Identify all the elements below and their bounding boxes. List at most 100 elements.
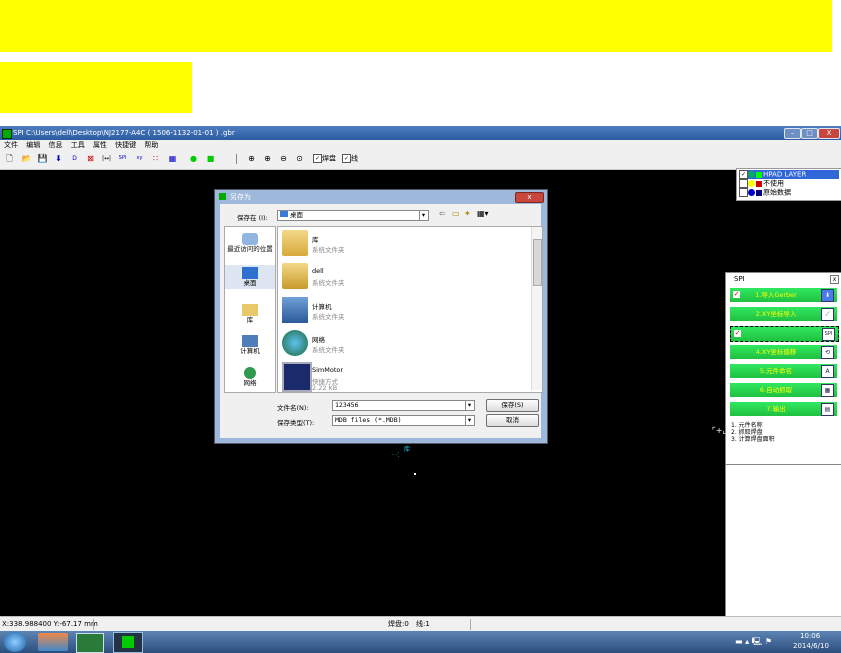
cancel-button[interactable]: 取消 [486, 414, 539, 427]
filetype-select[interactable]: MDB files (*.MDB) ▾ [332, 415, 475, 426]
zoom-window-icon[interactable]: ⊙ [294, 153, 305, 164]
file-desc: 系统文件夹 [312, 346, 345, 354]
grid-icon[interactable]: ▦ [167, 153, 178, 164]
line-toggle[interactable]: ✓ 线 [342, 154, 358, 164]
menu-info[interactable]: 信息 [48, 141, 62, 149]
spi-step-auto-grab[interactable]: 6.自动抓取 ▦ [730, 383, 837, 397]
menu-help[interactable]: 帮助 [144, 141, 158, 149]
computer-icon [282, 297, 308, 323]
green-square-icon[interactable]: ■ [205, 153, 216, 164]
line-toggle-label: 线 [351, 154, 358, 163]
menu-file[interactable]: 文件 [4, 141, 18, 149]
place-desktop[interactable]: 桌面 [225, 265, 275, 289]
dialog-close-button[interactable]: x [515, 192, 544, 203]
new-file-icon[interactable]: 🗋 [4, 153, 15, 164]
filename-label: 文件名(N): [277, 404, 309, 412]
zoom-in-icon[interactable]: ⊕ [262, 153, 273, 164]
coordinate-readout: X:338.988400 Y:-67.17 mm [2, 620, 98, 628]
place-library[interactable]: 库 [225, 304, 275, 324]
chevron-down-icon[interactable]: ▾ [465, 416, 473, 425]
minimize-button[interactable]: – [784, 128, 801, 139]
name-icon: A [821, 365, 834, 378]
spi-step-spi[interactable]: ✓ SPI [730, 326, 839, 342]
menu-edit[interactable]: 编辑 [26, 141, 40, 149]
filename-input[interactable]: 123456 ▾ [332, 400, 475, 411]
layer-row-unused[interactable]: 不使用 [739, 179, 784, 188]
spi-step-output[interactable]: 7.输出 ▤ [730, 402, 837, 416]
step-checkbox[interactable]: ✓ [734, 330, 741, 337]
spi-step-xy-offset[interactable]: 4.XY坐标偏移 ⟲ [730, 345, 837, 359]
layer-label: 不使用 [763, 179, 784, 188]
menu-tools[interactable]: 工具 [71, 141, 85, 149]
spi-panel: SPI x ✓ 1.导入Gerber ⬇ 2.XY坐标导入 ⟋ ✓ SPI 4.… [725, 272, 841, 466]
place-computer[interactable]: 计算机 [225, 335, 275, 355]
xy-tool-icon[interactable]: xy [134, 153, 145, 164]
save-in-dropdown[interactable]: 桌面 ▾ [277, 210, 429, 221]
menu-properties[interactable]: 属性 [93, 141, 107, 149]
layer-checkbox[interactable]: ✓ [739, 170, 748, 179]
scroll-thumb[interactable] [533, 239, 542, 286]
measure-icon[interactable]: |↔| [101, 153, 112, 164]
spi-panel-close-button[interactable]: x [830, 275, 839, 284]
dots-icon[interactable]: ∷ [150, 153, 161, 164]
pad-toggle[interactable]: ✓ 焊盘 [313, 154, 336, 164]
layer-row-hpad[interactable]: ✓ HPAD LAYER [739, 170, 839, 179]
spi-step-import-gerber[interactable]: ✓ 1.导入Gerber ⬇ [730, 288, 837, 302]
green-dot-icon[interactable]: ● [188, 153, 199, 164]
canvas-mark: · ·⁚ [392, 452, 400, 459]
layer-swatch [756, 189, 762, 196]
tray-icons[interactable]: ▬ ▴ 🖳 ⚑ [735, 636, 772, 650]
note-line: 2. 抓取焊盘 [731, 429, 763, 436]
chevron-down-icon[interactable]: ▾ [465, 401, 473, 410]
save-in-value: 桌面 [290, 211, 303, 219]
status-divider [470, 619, 471, 630]
delete-icon[interactable]: ⊠ [85, 153, 96, 164]
layer-row-raw[interactable]: 原始数据 [739, 188, 791, 197]
excel-taskbar-icon[interactable] [76, 633, 104, 653]
import-icon[interactable]: ⬇ [53, 153, 64, 164]
layer-checkbox[interactable] [739, 188, 748, 197]
taskbar-app-icon[interactable] [38, 633, 68, 651]
spi-taskbar-icon[interactable] [113, 632, 143, 653]
layer-checkbox[interactable] [739, 179, 748, 188]
d-code-icon[interactable]: D [69, 153, 80, 164]
close-button[interactable]: X [818, 128, 840, 139]
network-icon [282, 330, 308, 356]
place-network[interactable]: 网络 [225, 367, 275, 387]
chevron-down-icon: ▾ [419, 211, 427, 220]
line-count: 线:1 [416, 620, 430, 628]
spi-step-component-name[interactable]: 5.元件命名 A [730, 364, 837, 378]
menu-bar: 文件 编辑 信息 工具 属性 快捷键 帮助 [0, 140, 841, 150]
line-checkbox[interactable]: ✓ [342, 154, 351, 163]
clock-time[interactable]: 10:06 [800, 632, 820, 640]
menu-shortcuts[interactable]: 快捷键 [115, 141, 136, 149]
download-icon: ⬇ [821, 289, 834, 302]
open-folder-icon[interactable]: 📂 [21, 153, 32, 164]
clock-date[interactable]: 2014/6/10 [793, 642, 829, 650]
pad-checkbox[interactable]: ✓ [313, 154, 322, 163]
file-list-scrollbar[interactable] [531, 227, 542, 390]
filename-value: 123456 [335, 401, 359, 409]
back-icon[interactable]: ⇐ [439, 209, 446, 218]
place-recent[interactable]: 最近访问的位置 [225, 233, 275, 253]
up-folder-icon[interactable]: ▭ [452, 209, 460, 218]
view-menu-icon[interactable]: ▦▾ [477, 209, 489, 218]
spi-tool-icon[interactable]: SPI [117, 153, 128, 164]
start-button[interactable] [4, 632, 26, 652]
offset-icon: ⟲ [821, 346, 834, 359]
canvas-artifact: 库 · ·⁚ [392, 447, 410, 459]
filetype-label: 保存类型(T): [277, 419, 315, 427]
new-folder-icon[interactable]: ✦ [464, 209, 471, 218]
import-xy-icon: ⟋ [821, 308, 834, 321]
save-icon[interactable]: 💾 [37, 153, 48, 164]
save-button[interactable]: 保存(S) [486, 399, 539, 412]
spi-step-xy-import[interactable]: 2.XY坐标导入 ⟋ [730, 307, 837, 321]
spi-icon: SPI [822, 328, 835, 341]
user-folder-icon [282, 263, 308, 289]
computer-icon [242, 335, 258, 347]
step-label: 2.XY坐标导入 [755, 310, 797, 318]
zoom-out-icon[interactable]: ⊖ [278, 153, 289, 164]
maximize-button[interactable]: □ [801, 128, 818, 139]
step-label: 7.输出 [766, 405, 786, 413]
zoom-fit-icon[interactable]: ⊕ [246, 153, 257, 164]
